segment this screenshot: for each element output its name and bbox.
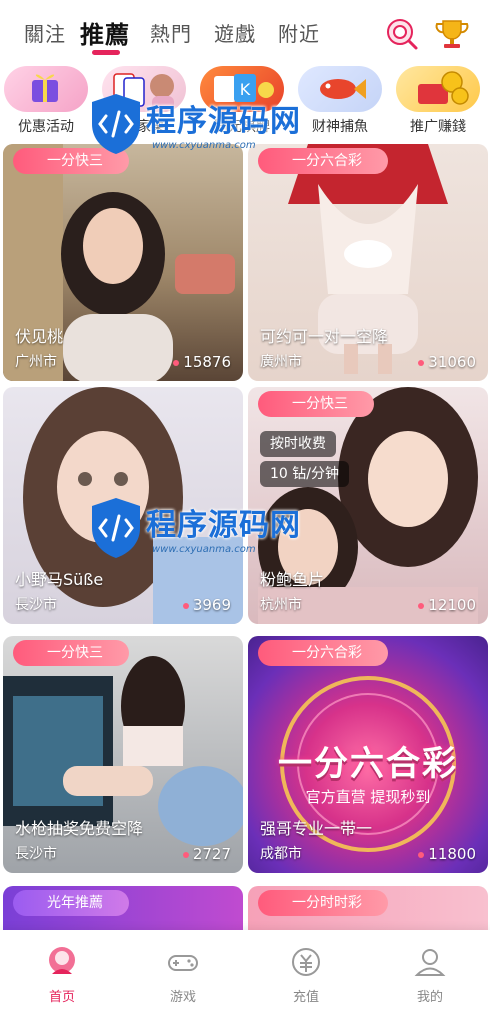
billing-badge: 按时收费 (260, 431, 336, 457)
stream-card[interactable]: 一分六合彩 可约可一对一空降 廣州市 31060 (248, 144, 488, 381)
live-dot-icon (418, 359, 425, 366)
nav-recharge[interactable]: 充值 (266, 944, 346, 1014)
live-dot-icon (182, 851, 189, 858)
gift-icon (4, 66, 88, 112)
home-icon (44, 944, 80, 980)
card-viewers: 11800 (418, 845, 476, 863)
category-label: 推广赚錢 (410, 119, 466, 135)
nav-profile[interactable]: 我的 (390, 944, 470, 1014)
card-city: 杭州市 (260, 597, 302, 613)
cards-icon (102, 66, 186, 112)
nav-label: 游戏 (169, 990, 196, 1005)
price-badge: 10 钻/分钟 (260, 461, 349, 487)
trophy-icon[interactable] (434, 16, 470, 52)
profile-icon (412, 944, 448, 980)
live-dot-icon (173, 359, 180, 366)
stream-card[interactable]: 一分快三 水枪抽奖免费空降 長沙市 2727 (3, 636, 243, 873)
stream-card[interactable]: 一分快三 按时收费 10 钻/分钟 粉鲍鱼片 杭州市 12100 (248, 387, 488, 624)
card-name: 强哥专业一带一 (260, 819, 373, 838)
card-city: 長沙市 (15, 846, 57, 862)
card-tag: 一分六合彩 (258, 640, 388, 666)
nav-label: 充值 (292, 990, 319, 1005)
chess-icon: K (200, 66, 284, 112)
tab-hot[interactable]: 熱門 (150, 18, 192, 47)
card-viewers: 3969 (182, 596, 231, 614)
coin-icon (396, 66, 480, 112)
nav-label: 我的 (416, 990, 443, 1005)
recharge-icon (288, 944, 324, 980)
card-viewers: 12100 (418, 596, 476, 614)
stream-card[interactable]: 一分快三 伏见桃 广州市 15876 (3, 144, 243, 381)
card-name: 可约可一对一空降 (260, 327, 389, 346)
tab-games[interactable]: 遊戲 (214, 18, 256, 47)
live-dot-icon (418, 851, 425, 858)
active-tab-indicator (92, 50, 120, 55)
card-city: 廣州市 (260, 354, 302, 370)
card-tag: 光年推薦 (13, 890, 129, 916)
category-label: 百家樂 (123, 119, 165, 135)
card-city: 長沙市 (15, 597, 57, 613)
card-name: 粉鲍鱼片 (260, 570, 325, 589)
live-dot-icon (182, 602, 189, 609)
card-name: 水枪抽奖免费空降 (15, 819, 144, 838)
nav-games[interactable]: 游戏 (143, 944, 223, 1014)
card-viewers: 2727 (182, 845, 231, 863)
category-baccarat[interactable]: 百家樂 (102, 66, 186, 138)
svg-text:K: K (240, 80, 251, 99)
tab-nearby[interactable]: 附近 (278, 18, 320, 47)
category-chess[interactable]: K 開元棋牌 (200, 66, 284, 138)
category-referral[interactable]: 推广赚錢 (396, 66, 480, 138)
card-tag: 一分快三 (13, 148, 129, 174)
search-icon[interactable] (384, 16, 420, 52)
card-viewers: 15876 (173, 353, 231, 371)
stream-card[interactable]: 小野马Süße 長沙市 3969 (3, 387, 243, 624)
bottom-nav: 首页 游戏 充值 我的 (0, 930, 490, 1024)
card-tag: 一分快三 (13, 640, 129, 666)
top-tab-bar: 關注 推薦 熱門 遊戲 附近 (0, 0, 490, 62)
tab-recommend[interactable]: 推薦 (80, 15, 130, 50)
category-row: 优惠活动 百家樂 K 開元棋牌 财神捕魚 推广赚錢 (0, 62, 490, 142)
card-city: 广州市 (15, 354, 57, 370)
tab-follow[interactable]: 關注 (24, 18, 66, 47)
banner-title: 一分六合彩 (278, 744, 458, 784)
card-tag: 一分时时彩 (258, 890, 388, 916)
card-tag: 一分六合彩 (258, 148, 388, 174)
category-label: 财神捕魚 (312, 119, 368, 135)
category-label: 优惠活动 (18, 119, 74, 135)
gamepad-icon (165, 944, 201, 980)
stream-card[interactable]: 一分六合彩 一分六合彩 官方直营 提现秒到 强哥专业一带一 成都市 11800 (248, 636, 488, 873)
live-dot-icon (418, 602, 425, 609)
nav-label: 首页 (48, 990, 75, 1005)
stream-card[interactable]: 光年推薦 (3, 886, 243, 930)
category-label: 開元棋牌 (214, 119, 270, 135)
card-name: 伏见桃 (15, 327, 64, 346)
category-promotions[interactable]: 优惠活动 (4, 66, 88, 138)
fish-icon (298, 66, 382, 112)
card-viewers: 31060 (418, 353, 476, 371)
banner-subtitle: 官方直营 提现秒到 (305, 788, 431, 806)
card-tag: 一分快三 (258, 391, 374, 417)
category-fishing[interactable]: 财神捕魚 (298, 66, 382, 138)
stream-card[interactable]: 一分时时彩 (248, 886, 488, 930)
card-name: 小野马Süße (15, 570, 104, 589)
nav-home[interactable]: 首页 (22, 944, 102, 1014)
card-city: 成都市 (260, 846, 302, 862)
